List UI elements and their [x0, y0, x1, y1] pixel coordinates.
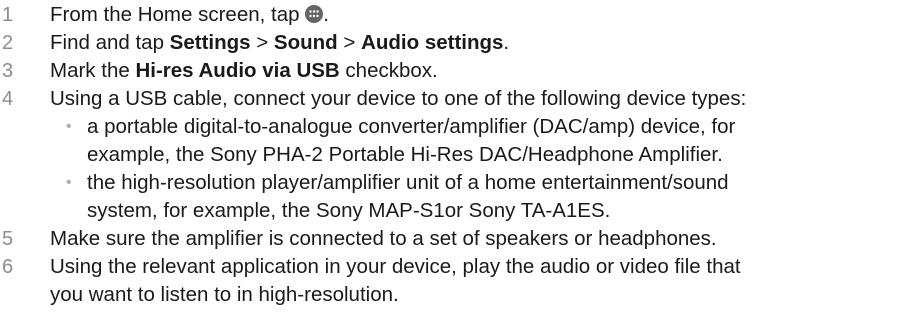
step-text: Mark the Hi-res Audio via USB checkbox.: [50, 59, 438, 83]
step-3-end: checkbox.: [339, 59, 438, 82]
step-number: 6: [2, 256, 14, 278]
bullet-text: system, for example, the Sony MAP-S1or S…: [87, 199, 611, 222]
step-number: 3: [2, 60, 14, 82]
sound-label: Sound: [273, 31, 338, 54]
step-number: 1: [2, 4, 14, 26]
apps-grid-icon: [305, 5, 324, 23]
step-3-text: Mark the: [50, 59, 136, 82]
step-text: Find and tap Settings > Sound > Audio se…: [50, 31, 509, 55]
hi-res-audio-label: Hi-res Audio via USB: [135, 59, 340, 82]
step-number: 4: [2, 88, 14, 110]
step-1-text: From the Home screen, tap: [50, 3, 306, 26]
separator: >: [250, 31, 274, 54]
separator: >: [337, 31, 362, 54]
step-text: From the Home screen, tap .: [50, 3, 329, 27]
step-2-end: .: [503, 31, 510, 54]
step-text: Make sure the amplifier is connected to …: [50, 227, 717, 250]
bullet-text: the high-resolution player/amplifier uni…: [87, 171, 729, 194]
bullet-text: a portable digital-to-analogue converter…: [87, 115, 736, 138]
settings-label: Settings: [169, 31, 251, 54]
step-number: 2: [2, 32, 14, 54]
step-text: Using the relevant application in your d…: [50, 255, 741, 278]
bullet-text: example, the Sony PHA-2 Portable Hi-Res …: [87, 143, 723, 166]
step-text: you want to listen to in high-resolution…: [50, 283, 399, 306]
step-2-text: Find and tap: [50, 31, 170, 54]
audio-settings-label: Audio settings: [361, 31, 504, 54]
step-text: Using a USB cable, connect your device t…: [50, 87, 747, 110]
instruction-steps: 1 From the Home screen, tap . 2 Find and…: [0, 0, 914, 318]
step-1-end: .: [323, 3, 329, 26]
bullet-icon: •: [66, 174, 72, 191]
step-number: 5: [2, 228, 14, 250]
bullet-icon: •: [66, 118, 72, 135]
